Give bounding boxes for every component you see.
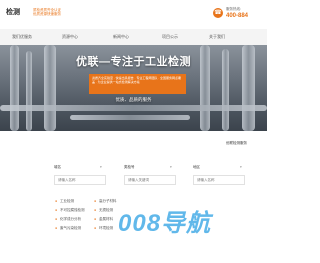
bullet-icon: ● bbox=[55, 208, 58, 212]
name-input[interactable] bbox=[54, 175, 106, 185]
chevron-down-icon[interactable]: ▾ bbox=[240, 165, 242, 169]
filter-caption: 优联检测服务 bbox=[226, 141, 247, 145]
filter-label-name: 城名 bbox=[54, 165, 61, 169]
bullet-icon: ● bbox=[94, 208, 97, 212]
category-item[interactable]: 无损检测 bbox=[99, 208, 113, 213]
category-item[interactable]: 高分子材料 bbox=[99, 199, 117, 204]
bullet-icon: ● bbox=[55, 199, 58, 203]
phone-number[interactable]: 400-884 bbox=[226, 13, 248, 19]
filter-label-region: 地区 bbox=[193, 165, 200, 169]
category-item[interactable]: 工业检测 bbox=[60, 199, 74, 204]
category-item[interactable]: 环境检测 bbox=[99, 226, 113, 231]
bullet-icon: ● bbox=[94, 199, 97, 203]
filter-label-category: 类检号 bbox=[124, 165, 135, 169]
banner-subtitle: 优质、品质的服务 bbox=[115, 97, 152, 102]
nav-item-resources[interactable]: 资源中心 bbox=[62, 29, 78, 45]
region-input[interactable] bbox=[193, 175, 245, 185]
pipe-graphic bbox=[70, 115, 190, 120]
nav-item-services[interactable]: 我们优服务 bbox=[12, 29, 32, 45]
site-logo[interactable]: 检测 bbox=[6, 7, 20, 17]
nav-item-projects[interactable]: 项目公示 bbox=[162, 29, 178, 45]
bullet-icon: ● bbox=[94, 226, 97, 230]
bullet-icon: ● bbox=[94, 217, 97, 221]
banner-description: 资质齐全实验室 · 快速出具报告 · 专业工程师团队 · 全国服务网点覆盖 · … bbox=[89, 74, 186, 94]
keyword-input[interactable] bbox=[124, 175, 176, 185]
category-item[interactable]: 不可控腐蚀检测 bbox=[60, 208, 85, 213]
watermark-logo: 008导航 bbox=[118, 210, 212, 237]
phone-label: 服务热线: bbox=[226, 7, 241, 11]
nav-item-about[interactable]: 关于我们 bbox=[209, 29, 225, 45]
header-slogan: 质检资质齐全认证 优质资源快速服务 bbox=[33, 8, 61, 16]
hero-banner: 优联—专注于工业检测 资质齐全实验室 · 快速出具报告 · 专业工程师团队 · … bbox=[0, 45, 267, 131]
category-item[interactable]: 废气污染检测 bbox=[60, 226, 81, 231]
category-item[interactable]: 化学成分分析 bbox=[60, 217, 81, 222]
bullet-icon: ● bbox=[55, 226, 58, 230]
phone-icon: ☎ bbox=[213, 8, 223, 18]
banner-title: 优联—专注于工业检测 bbox=[76, 56, 191, 68]
pipe-graphic bbox=[0, 105, 267, 111]
nav-item-news[interactable]: 新闻中心 bbox=[113, 29, 129, 45]
main-nav: 我们优服务 资源中心 新闻中心 项目公示 关于我们 bbox=[0, 29, 267, 46]
chevron-down-icon[interactable]: ▾ bbox=[100, 165, 102, 169]
bullet-icon: ● bbox=[55, 217, 58, 221]
chevron-down-icon[interactable]: ▾ bbox=[170, 165, 172, 169]
slogan-line-2: 优质资源快速服务 bbox=[33, 12, 61, 16]
site-header: 检测 质检资质齐全认证 优质资源快速服务 ☎ 服务热线: 400-884 bbox=[0, 0, 267, 28]
category-item[interactable]: 金属材料 bbox=[99, 217, 113, 222]
